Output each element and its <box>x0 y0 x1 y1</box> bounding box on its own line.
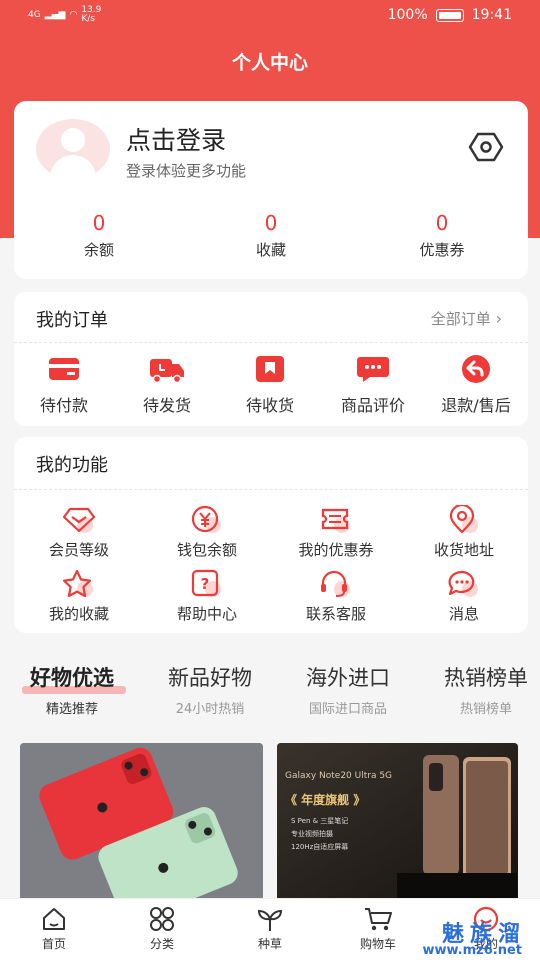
signal-icon: ▂▄▆ <box>44 10 66 20</box>
function-wallet-balance[interactable]: 钱包余额 <box>142 505 272 560</box>
diamond-icon <box>62 507 96 533</box>
question-icon: ? <box>191 569 221 597</box>
product-card-galaxy-note20[interactable]: Galaxy Note20 Ultra 5G 《 年度旗舰 》 S Pen & … <box>277 743 518 903</box>
nav-categories[interactable]: 分类 <box>122 905 202 952</box>
tab-good-picks[interactable]: 好物优选 精选推荐 <box>7 662 137 717</box>
headset-icon <box>321 570 350 597</box>
stat-balance[interactable]: 0 余额 <box>34 211 164 260</box>
page-title: 个人中心 <box>231 52 308 74</box>
battery-icon <box>435 8 464 22</box>
order-pending-shipment[interactable]: 待发货 <box>117 354 217 416</box>
sprout-icon <box>257 909 283 931</box>
watermark-url: www.mz6.net <box>422 943 522 958</box>
product2-brand: Galaxy Note20 Ultra 5G <box>285 771 393 781</box>
product-image-iphone <box>20 743 263 903</box>
login-subtitle: 登录体验更多功能 <box>126 162 247 180</box>
function-customer-service[interactable]: 联系客服 <box>271 569 401 624</box>
divider <box>14 489 528 490</box>
chevron-right-icon: › <box>495 309 502 328</box>
package-icon <box>256 356 284 382</box>
function-my-favorites[interactable]: 我的收藏 <box>14 569 144 624</box>
cart-icon <box>365 908 392 931</box>
home-icon <box>43 908 65 930</box>
orders-title: 我的订单 <box>36 310 108 331</box>
clock: 19:41 <box>471 7 512 23</box>
wifi-icon: ◠ <box>69 10 78 20</box>
avatar[interactable] <box>36 119 110 179</box>
function-my-coupons[interactable]: 我的优惠券 <box>271 505 401 560</box>
network-speed: 13.9 K/s <box>81 5 102 24</box>
my-orders-section: 我的订单 全部订单 › 待付款 待发货 待收货 商品评价 退款/售后 <box>14 292 528 426</box>
order-pending-receipt[interactable]: 待收货 <box>220 354 320 416</box>
tab-best-sellers[interactable]: 热销榜单 热销榜单 <box>421 662 540 717</box>
chat-bubble-icon <box>357 357 389 382</box>
function-shipping-address[interactable]: 收货地址 <box>399 505 529 560</box>
login-link[interactable]: 点击登录 <box>126 121 226 157</box>
order-review[interactable]: 商品评价 <box>323 354 423 416</box>
svg-text:?: ? <box>201 575 210 593</box>
yen-coin-icon <box>191 505 221 533</box>
return-arrow-icon <box>462 355 490 383</box>
function-messages[interactable]: 消息 <box>399 569 529 624</box>
order-refund[interactable]: 退款/售后 <box>426 354 526 416</box>
wallet-card-icon <box>49 358 79 380</box>
functions-title: 我的功能 <box>36 455 108 476</box>
nav-cart[interactable]: 购物车 <box>338 905 418 952</box>
network-indicator: 4G <box>28 10 41 20</box>
truck-icon <box>150 359 184 384</box>
star-icon <box>62 569 93 598</box>
product2-headline: 《 年度旗舰 》 <box>285 793 366 807</box>
product2-bullets: S Pen & 三星笔记 专业视频拍摄 120Hz自适应屏幕 <box>291 817 349 851</box>
function-member-level[interactable]: 会员等级 <box>14 505 144 560</box>
battery-percent: 100% <box>387 7 428 23</box>
settings-hexagon-icon[interactable] <box>468 131 504 163</box>
message-icon <box>448 570 478 597</box>
all-orders-link[interactable]: 全部订单 › <box>431 308 502 329</box>
divider <box>14 342 528 343</box>
function-help-center[interactable]: ? 帮助中心 <box>142 569 272 624</box>
status-bar: 4G ▂▄▆ ◠ 13.9 K/s 100% 19:41 <box>0 0 540 32</box>
location-pin-icon <box>449 505 478 534</box>
ticket-icon <box>321 508 350 533</box>
tab-overseas-import[interactable]: 海外进口 国际进口商品 <box>283 662 413 717</box>
nav-home[interactable]: 首页 <box>14 905 94 952</box>
nav-seed[interactable]: 种草 <box>230 905 310 952</box>
my-functions-section: 我的功能 会员等级 钱包余额 我的优惠券 收货地址 我的收藏 ? 帮助中心 联系… <box>14 437 528 633</box>
tab-new-arrivals[interactable]: 新品好物 24小时热销 <box>145 662 275 717</box>
product-card-iphone[interactable] <box>20 743 263 903</box>
grid-icon <box>150 907 174 931</box>
profile-card: 点击登录 登录体验更多功能 0 余额 0 收藏 0 优惠券 <box>14 101 528 279</box>
stat-coupons[interactable]: 0 优惠券 <box>377 211 507 260</box>
order-pending-payment[interactable]: 待付款 <box>14 354 114 416</box>
stat-favorites[interactable]: 0 收藏 <box>206 211 336 260</box>
